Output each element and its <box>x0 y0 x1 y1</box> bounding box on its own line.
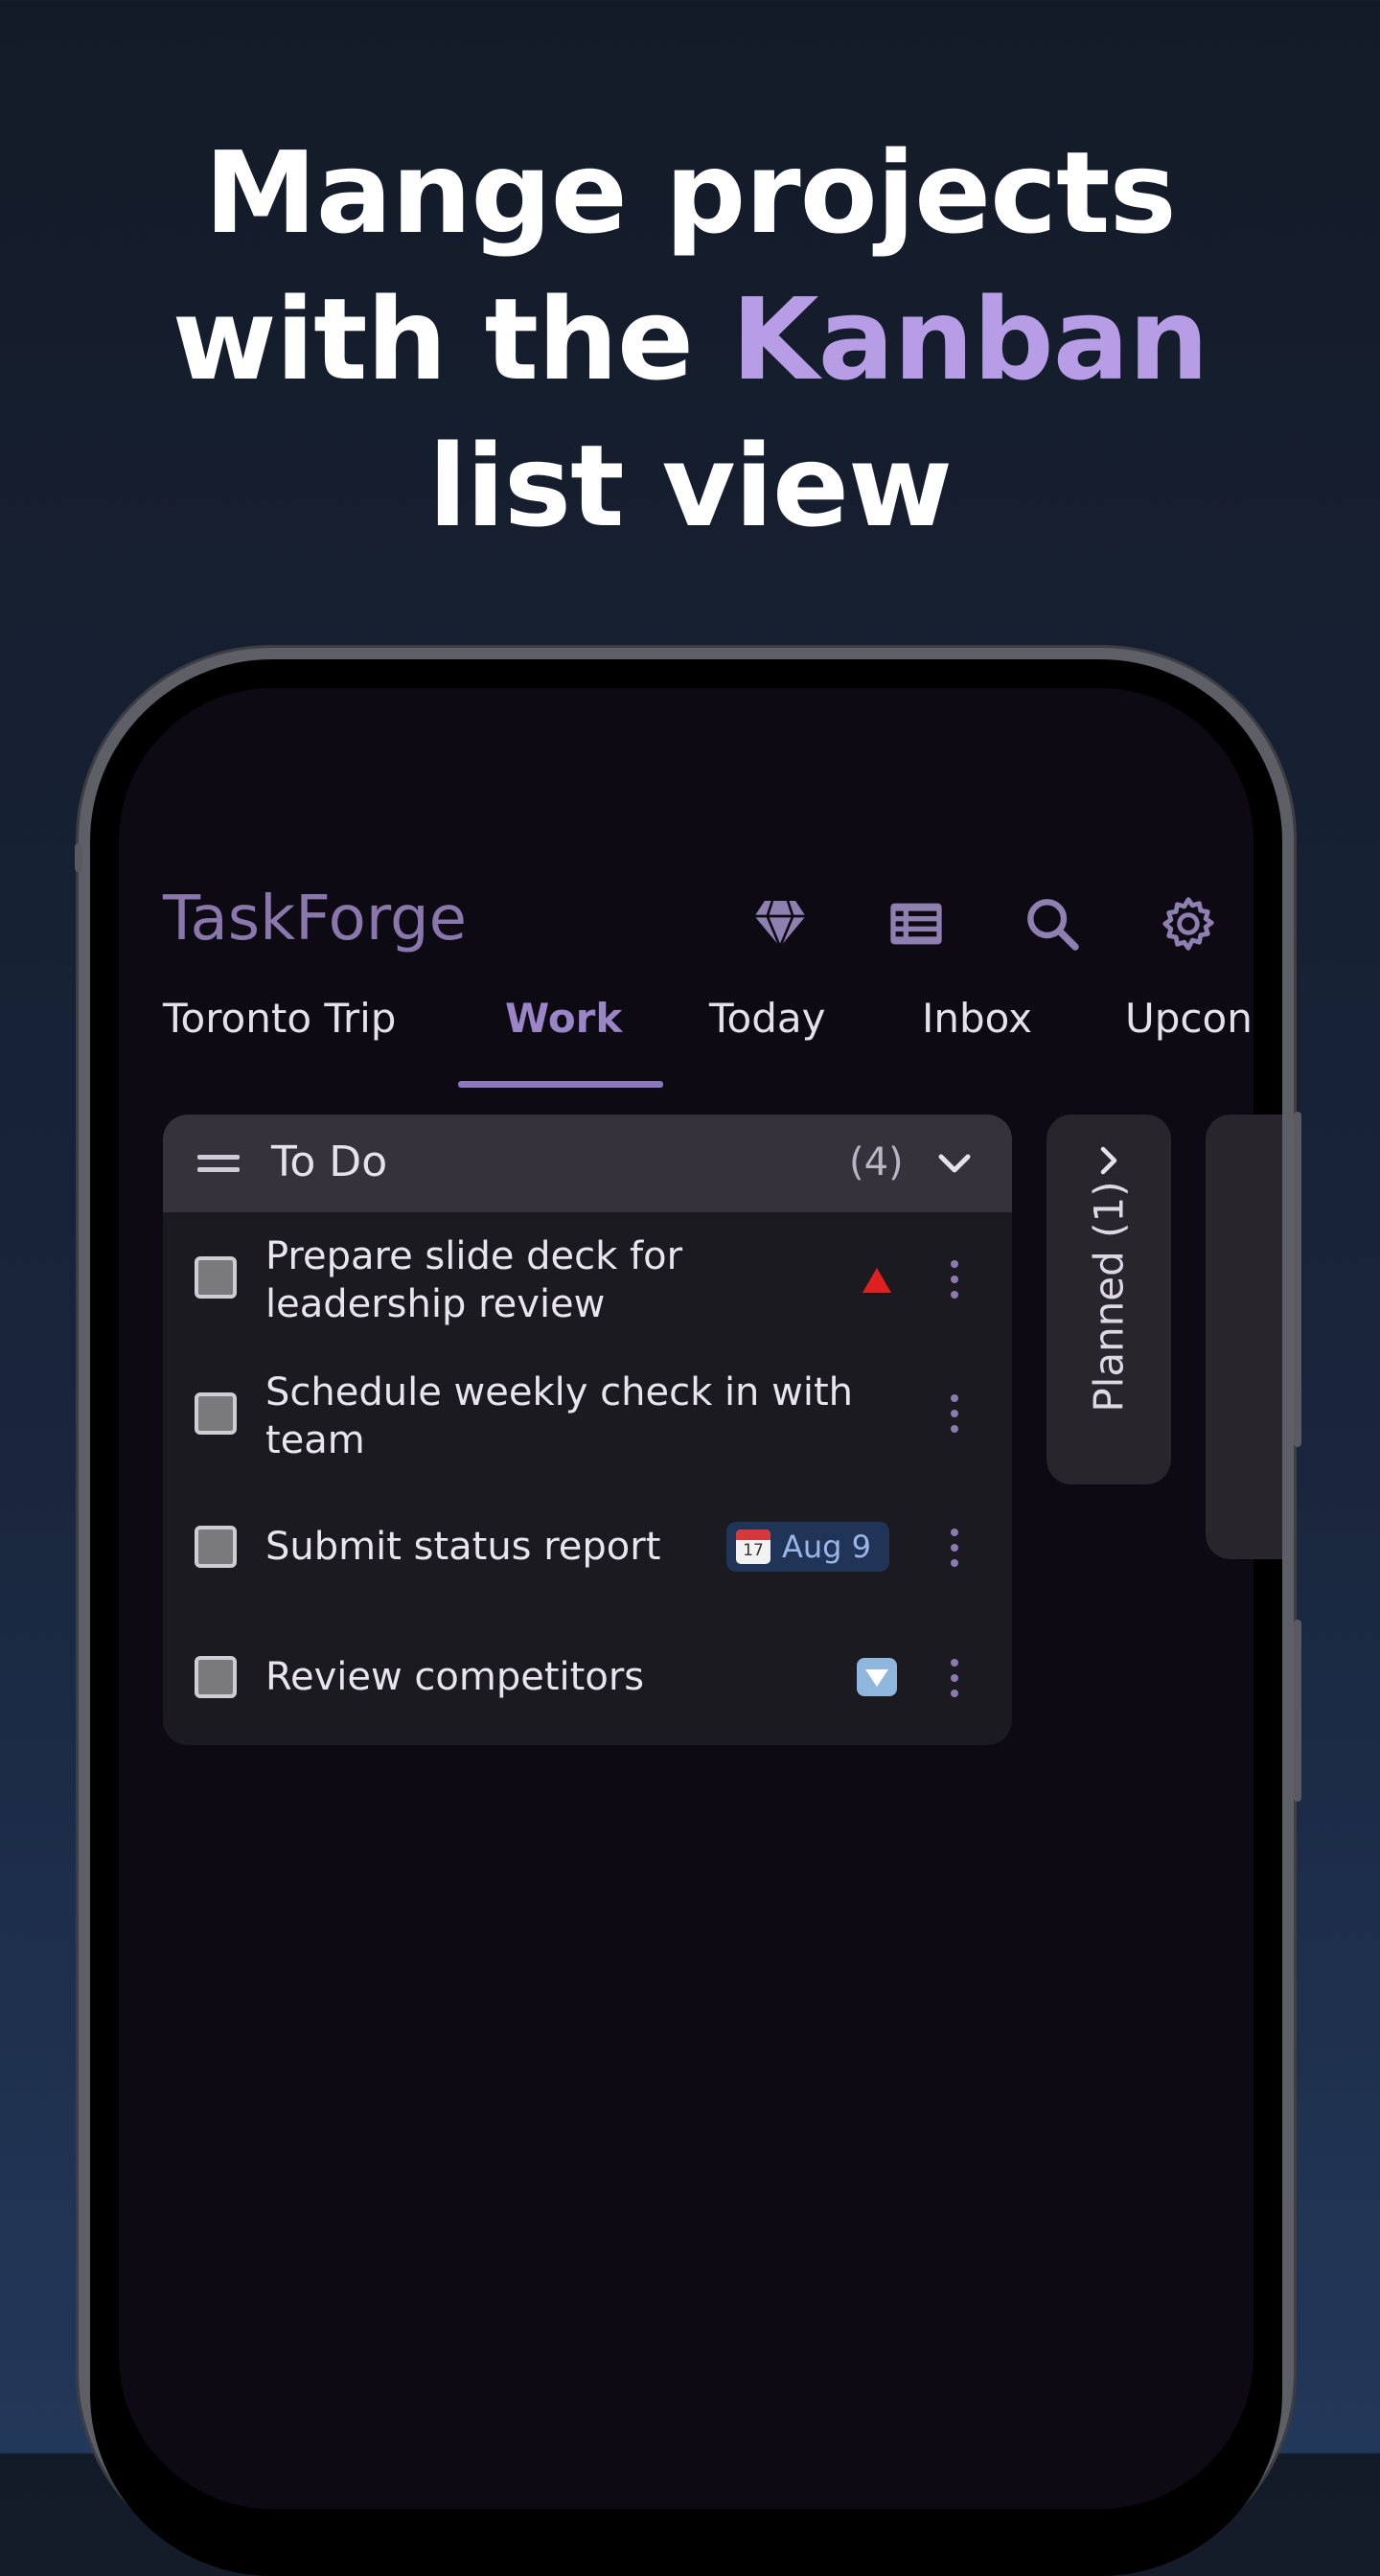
kanban-column-next-collapsed[interactable] <box>1206 1115 1282 1559</box>
tab-today[interactable]: Today <box>709 997 825 1042</box>
headline-line-2-prefix: with the <box>172 273 732 405</box>
headline-line-3: list view <box>427 420 953 552</box>
diamond-icon[interactable] <box>742 886 818 962</box>
chevron-down-icon[interactable] <box>935 1147 974 1182</box>
list-view-icon[interactable] <box>878 886 954 962</box>
priority-low-icon <box>857 1658 897 1696</box>
more-options-icon[interactable] <box>949 1659 960 1697</box>
calendar-icon: 17 <box>736 1530 770 1564</box>
task-checkbox[interactable] <box>195 1392 237 1435</box>
more-options-icon[interactable] <box>949 1394 960 1433</box>
headline-highlight: Kanban <box>731 273 1208 405</box>
app-title: TaskForge <box>163 884 467 954</box>
task-title-line-2: leadership review <box>265 1282 606 1326</box>
tab-work[interactable]: Work <box>505 997 622 1042</box>
kanban-column-planned-collapsed[interactable]: Planned (1) <box>1046 1115 1171 1484</box>
tab-upcoming[interactable]: Upcon <box>1125 997 1253 1042</box>
task-title: Review competitors <box>265 1655 645 1699</box>
settings-gear-icon-graphic <box>1162 897 1214 951</box>
task-title: Schedule weekly check in with team <box>265 1368 853 1464</box>
phone-side-button-left <box>75 843 82 872</box>
task-title-line-1: Schedule weekly check in with <box>265 1370 853 1414</box>
headline-line-1: Mange projects <box>204 126 1176 259</box>
tab-toronto-trip[interactable]: Toronto Trip <box>163 997 396 1042</box>
task-title-line-1: Prepare slide deck for <box>265 1234 683 1278</box>
tab-bar: Toronto Trip Work Today Inbox Upcon <box>119 997 1254 1102</box>
phone-side-button-right-2 <box>1294 1620 1301 1802</box>
column-title: To Do <box>271 1138 388 1186</box>
task-item[interactable]: Prepare slide deck for leadership review <box>163 1212 1012 1346</box>
search-icon-graphic <box>1027 899 1079 951</box>
more-options-icon[interactable] <box>949 1529 960 1567</box>
task-checkbox[interactable] <box>195 1526 237 1568</box>
chevron-right-icon[interactable] <box>1090 1141 1128 1180</box>
task-checkbox[interactable] <box>195 1256 237 1299</box>
diamond-icon-graphic <box>754 900 806 951</box>
kanban-column-todo: To Do (4) Prepare slide deck for leaders… <box>163 1115 1012 1745</box>
column-header[interactable]: To Do (4) <box>163 1115 1012 1212</box>
task-title: Prepare slide deck for leadership review <box>265 1232 682 1328</box>
headline-line-2: with the Kanban <box>0 266 1380 413</box>
task-title-line-2: team <box>265 1418 365 1462</box>
task-checkbox[interactable] <box>195 1656 237 1698</box>
task-item[interactable]: Review competitors <box>163 1615 1012 1739</box>
due-date-chip[interactable]: 17 Aug 9 <box>726 1522 889 1572</box>
task-item[interactable]: Schedule weekly check in with team <box>163 1346 1012 1481</box>
calendar-icon-day: 17 <box>743 1541 764 1560</box>
headline: Mange projects with the Kanban list view <box>0 120 1380 560</box>
due-date-label: Aug 9 <box>782 1529 872 1565</box>
list-view-icon-graphic <box>890 903 942 945</box>
column-count: (4) <box>849 1140 904 1184</box>
priority-high-icon <box>862 1268 891 1293</box>
phone-side-button-right-1 <box>1294 1112 1301 1447</box>
task-title: Submit status report <box>265 1525 661 1569</box>
collapsed-column-label: Planned (1) <box>1085 1181 1133 1413</box>
drag-handle-icon[interactable] <box>197 1149 240 1178</box>
tab-inbox[interactable]: Inbox <box>922 997 1032 1042</box>
settings-gear-icon[interactable] <box>1150 886 1227 962</box>
search-icon[interactable] <box>1014 886 1091 962</box>
active-tab-indicator <box>458 1081 663 1088</box>
more-options-icon[interactable] <box>949 1260 960 1299</box>
task-item[interactable]: Submit status report 17 Aug 9 <box>163 1481 1012 1615</box>
